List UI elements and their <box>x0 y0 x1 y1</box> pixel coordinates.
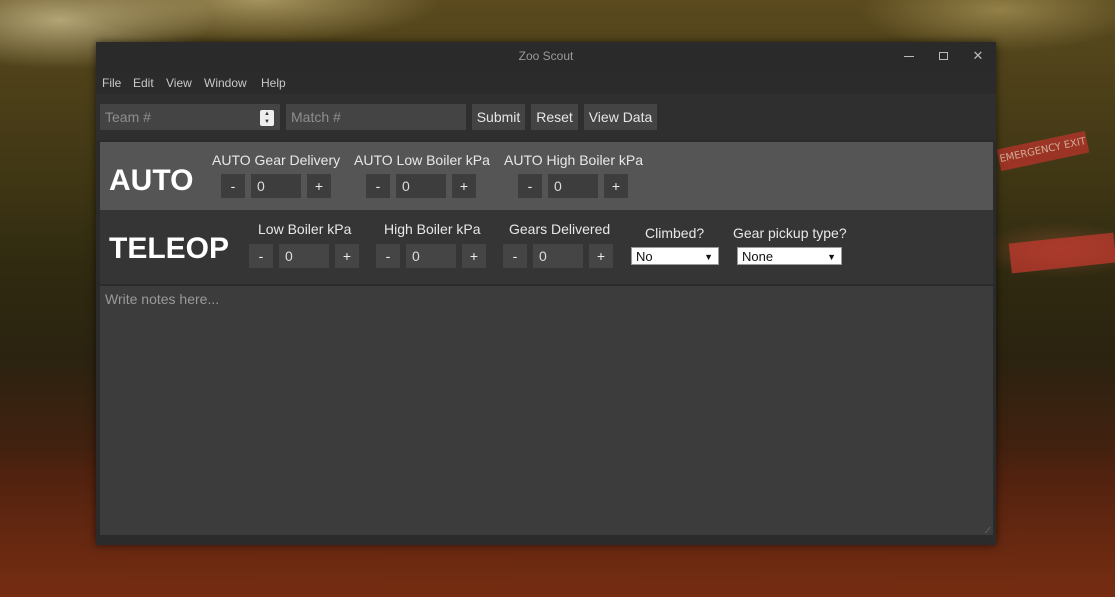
auto-high-boiler-minus-button[interactable]: - <box>518 174 542 198</box>
teleop-title: TELEOP <box>109 232 230 265</box>
gear-pickup-selected-value: None <box>742 249 774 264</box>
auto-gear-delivery-label: AUTO Gear Delivery <box>212 152 341 168</box>
menu-bar: File Edit View Window Help <box>96 70 996 94</box>
auto-high-boiler-label: AUTO High Boiler kPa <box>504 152 644 168</box>
notes-textarea[interactable] <box>100 286 993 535</box>
low-boiler-plus-button[interactable]: + <box>335 244 359 268</box>
maximize-button[interactable] <box>932 46 954 66</box>
auto-low-boiler-value[interactable]: 0 <box>396 174 446 198</box>
auto-high-boiler-plus-button[interactable]: + <box>604 174 628 198</box>
climbed-select[interactable]: No ▼ <box>631 247 719 265</box>
resize-grip-icon[interactable]: ⟋ <box>985 527 993 535</box>
chevron-down-icon: ▼ <box>827 252 836 262</box>
minimize-button[interactable] <box>898 46 920 66</box>
minimize-icon <box>904 55 914 58</box>
window-title: Zoo Scout <box>518 49 574 63</box>
auto-section: AUTO AUTO Gear Delivery - 0 + AUTO Low B… <box>100 142 993 210</box>
auto-high-boiler-value[interactable]: 0 <box>548 174 598 198</box>
climbed-label: Climbed? <box>645 225 705 241</box>
background-exit-sign: EMERGENCY EXIT <box>996 130 1090 172</box>
menu-file[interactable]: File <box>102 76 121 90</box>
auto-low-boiler-label: AUTO Low Boiler kPa <box>354 152 490 168</box>
gears-delivered-value[interactable]: 0 <box>533 244 583 268</box>
auto-gear-delivery-value[interactable]: 0 <box>251 174 301 198</box>
team-number-stepper[interactable]: ▲ ▼ <box>260 110 274 126</box>
menu-edit[interactable]: Edit <box>133 76 154 90</box>
gears-delivered-label: Gears Delivered <box>509 221 611 237</box>
background-red-sign <box>1008 232 1115 274</box>
gears-delivered-minus-button[interactable]: - <box>503 244 527 268</box>
gears-delivered-plus-button[interactable]: + <box>589 244 613 268</box>
submit-button[interactable]: Submit <box>472 104 525 130</box>
low-boiler-value[interactable]: 0 <box>279 244 329 268</box>
menu-view[interactable]: View <box>166 76 192 90</box>
maximize-icon <box>938 52 948 60</box>
match-number-input[interactable] <box>286 104 466 130</box>
low-boiler-minus-button[interactable]: - <box>249 244 273 268</box>
climbed-selected-value: No <box>636 249 653 264</box>
title-bar: Zoo Scout ✕ <box>96 42 996 70</box>
toolbar: ▲▼ Submit Reset View Data <box>96 94 996 140</box>
auto-gear-delivery-minus-button[interactable]: - <box>221 174 245 198</box>
auto-title: AUTO <box>109 164 194 197</box>
team-number-input[interactable] <box>100 104 280 130</box>
menu-window[interactable]: Window <box>204 76 247 90</box>
auto-low-boiler-minus-button[interactable]: - <box>366 174 390 198</box>
teleop-section: TELEOP Low Boiler kPa - 0 + High Boiler … <box>100 210 993 284</box>
low-boiler-label: Low Boiler kPa <box>258 221 352 237</box>
view-data-button[interactable]: View Data <box>584 104 657 130</box>
high-boiler-minus-button[interactable]: - <box>376 244 400 268</box>
gear-pickup-label: Gear pickup type? <box>733 225 847 241</box>
auto-gear-delivery-plus-button[interactable]: + <box>307 174 331 198</box>
menu-help[interactable]: Help <box>261 76 286 90</box>
high-boiler-label: High Boiler kPa <box>384 221 481 237</box>
gear-pickup-select[interactable]: None ▼ <box>737 247 842 265</box>
chevron-down-icon: ▼ <box>704 252 713 262</box>
high-boiler-plus-button[interactable]: + <box>462 244 486 268</box>
high-boiler-value[interactable]: 0 <box>406 244 456 268</box>
app-window: Zoo Scout ✕ File Edit View Window Help ▲… <box>96 42 996 545</box>
auto-low-boiler-plus-button[interactable]: + <box>452 174 476 198</box>
close-button[interactable]: ✕ <box>967 46 989 66</box>
reset-button[interactable]: Reset <box>531 104 578 130</box>
close-icon: ✕ <box>972 48 984 63</box>
